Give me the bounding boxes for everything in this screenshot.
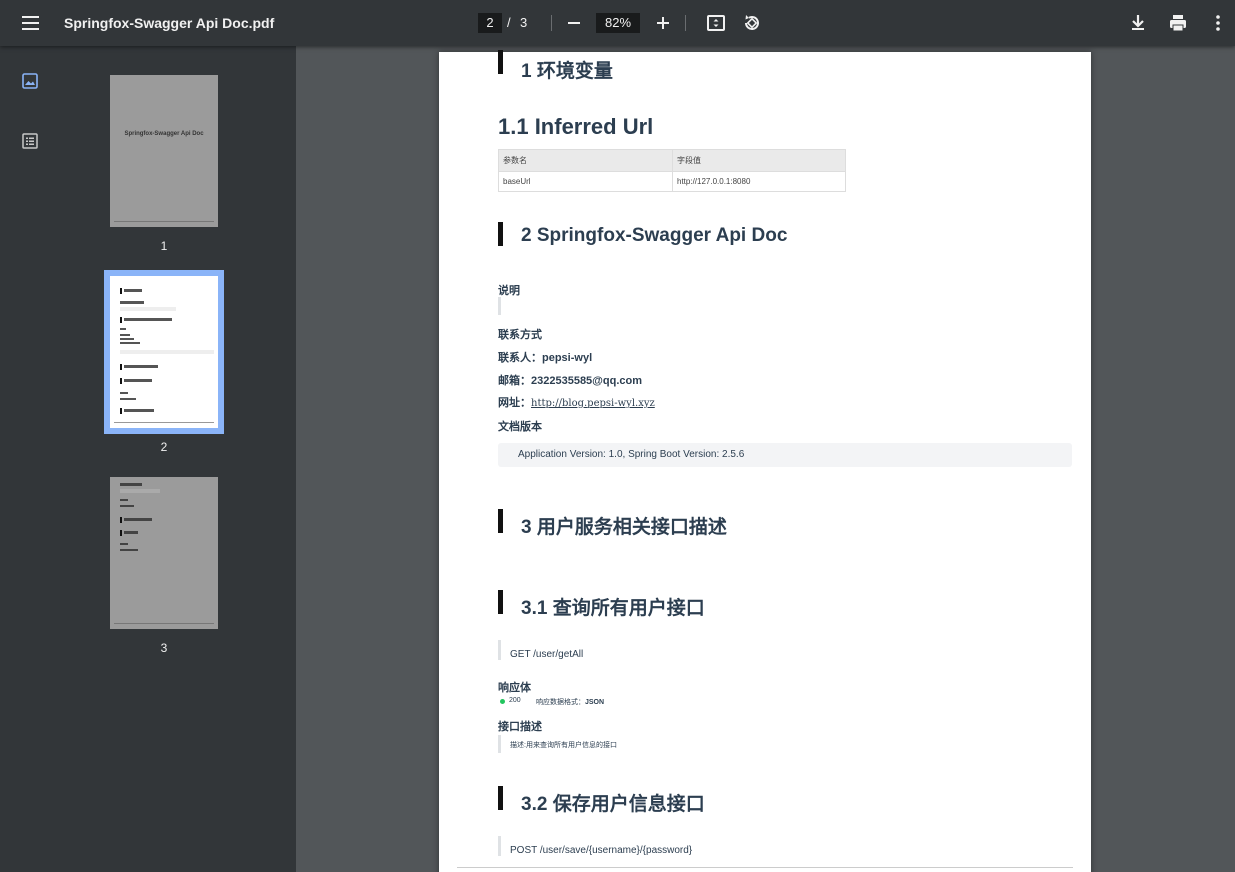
heading-bar bbox=[498, 590, 503, 614]
page-thumbnail-3[interactable] bbox=[110, 477, 218, 629]
blockquote-bar bbox=[498, 735, 501, 753]
zoom-level-input[interactable]: 82% bbox=[596, 13, 640, 33]
website-link[interactable]: http://blog.pepsi-wyl.xyz bbox=[531, 398, 655, 409]
pdf-page: 1 环境变量 1.1 Inferred Url 参数名 字段值 baseUrl … bbox=[439, 50, 1091, 872]
response-format-value: JSON bbox=[585, 699, 605, 706]
status-dot-icon bbox=[500, 699, 505, 704]
thumbnail-label: 3 bbox=[160, 641, 168, 655]
thumbnails-view-button[interactable] bbox=[20, 71, 40, 91]
list-icon bbox=[22, 133, 38, 149]
section-heading: 3.1 查询所有用户接口 bbox=[521, 598, 705, 619]
download-button[interactable] bbox=[1126, 11, 1150, 35]
page-thumbnail-1[interactable]: Springfox-Swagger Api Doc bbox=[110, 75, 218, 227]
email-value: 2322535585@qq.com bbox=[531, 375, 643, 387]
page-separator: / bbox=[507, 15, 511, 30]
subsection-heading: 1.1 Inferred Url bbox=[498, 114, 654, 139]
document-viewport[interactable]: 1 环境变量 1.1 Inferred Url 参数名 字段值 baseUrl … bbox=[296, 46, 1235, 872]
toolbar-divider bbox=[685, 15, 686, 31]
version-label: 文档版本 bbox=[498, 421, 542, 433]
description-label: 说明 bbox=[498, 285, 520, 297]
heading-bar bbox=[498, 50, 503, 74]
page-number-input[interactable]: 2 bbox=[478, 13, 502, 33]
contact-label: 联系方式 bbox=[498, 329, 542, 341]
thumbnail-title: Springfox-Swagger Api Doc bbox=[124, 131, 204, 137]
thumbnail-label: 1 bbox=[160, 239, 168, 253]
minus-icon bbox=[568, 22, 580, 24]
table-row: baseUrl http://127.0.0.1:8080 bbox=[498, 171, 846, 192]
rotate-icon bbox=[745, 15, 759, 30]
contact-website: 网址：http://blog.pepsi-wyl.xyz bbox=[498, 397, 655, 409]
contact-person: 联系人：pepsi-wyl bbox=[498, 352, 593, 364]
section-heading: 3 用户服务相关接口描述 bbox=[521, 517, 727, 538]
print-icon bbox=[1170, 15, 1186, 32]
contact-email: 邮箱：2322535585@qq.com bbox=[498, 375, 643, 387]
more-options-button[interactable] bbox=[1206, 11, 1230, 35]
version-info: Application Version: 1.0, Spring Boot Ve… bbox=[498, 443, 1072, 467]
pdf-toolbar: Springfox-Swagger Api Doc.pdf 2 / 3 82% bbox=[0, 0, 1235, 46]
env-params-table: 参数名 字段值 baseUrl http://127.0.0.1:8080 bbox=[498, 149, 846, 192]
endpoint-text: POST /user/save/{username}/{password} bbox=[510, 845, 693, 856]
response-format: 响应数据格式：JSON bbox=[536, 699, 605, 706]
download-icon bbox=[1132, 15, 1144, 30]
table-header: 字段值 bbox=[672, 149, 846, 172]
heading-bar bbox=[498, 786, 503, 810]
zoom-in-button[interactable] bbox=[651, 11, 675, 35]
plus-icon bbox=[657, 17, 669, 29]
table-cell: baseUrl bbox=[498, 171, 673, 192]
rotate-button[interactable] bbox=[740, 11, 764, 35]
endpoint-text: GET /user/getAll bbox=[510, 649, 584, 660]
heading-bar bbox=[498, 509, 503, 533]
blockquote-bar bbox=[498, 297, 501, 315]
contact-person-value: pepsi-wyl bbox=[542, 352, 593, 364]
total-pages: 3 bbox=[520, 15, 528, 30]
page-footer-line bbox=[457, 867, 1073, 868]
table-cell: http://127.0.0.1:8080 bbox=[672, 171, 846, 192]
blockquote-bar bbox=[498, 836, 501, 856]
section-heading: 3.2 保存用户信息接口 bbox=[521, 794, 705, 815]
fit-to-page-icon bbox=[707, 15, 725, 31]
fit-page-button[interactable] bbox=[704, 11, 728, 35]
status-code: 200 bbox=[509, 697, 521, 704]
menu-icon[interactable] bbox=[14, 11, 46, 35]
table-header: 参数名 bbox=[498, 149, 673, 172]
outline-view-button[interactable] bbox=[20, 131, 40, 151]
document-title: Springfox-Swagger Api Doc.pdf bbox=[64, 15, 275, 31]
heading-bar bbox=[498, 222, 503, 246]
sidebar: Springfox-Swagger Api Doc 1 2 3 bbox=[0, 46, 296, 872]
section-heading: 2 Springfox-Swagger Api Doc bbox=[521, 225, 788, 246]
page-thumbnail-2[interactable] bbox=[110, 276, 218, 428]
blockquote-bar bbox=[498, 640, 501, 660]
image-icon bbox=[22, 73, 38, 89]
api-desc-label: 接口描述 bbox=[498, 721, 542, 733]
response-label: 响应体 bbox=[498, 682, 531, 694]
toolbar-divider bbox=[551, 15, 552, 31]
more-vert-icon bbox=[1216, 15, 1220, 31]
print-button[interactable] bbox=[1166, 11, 1190, 35]
thumbnail-label: 2 bbox=[160, 440, 168, 454]
zoom-out-button[interactable] bbox=[562, 11, 586, 35]
api-desc-text: 描述:用来查询所有用户信息的接口 bbox=[510, 742, 617, 749]
section-heading: 1 环境变量 bbox=[521, 61, 613, 82]
